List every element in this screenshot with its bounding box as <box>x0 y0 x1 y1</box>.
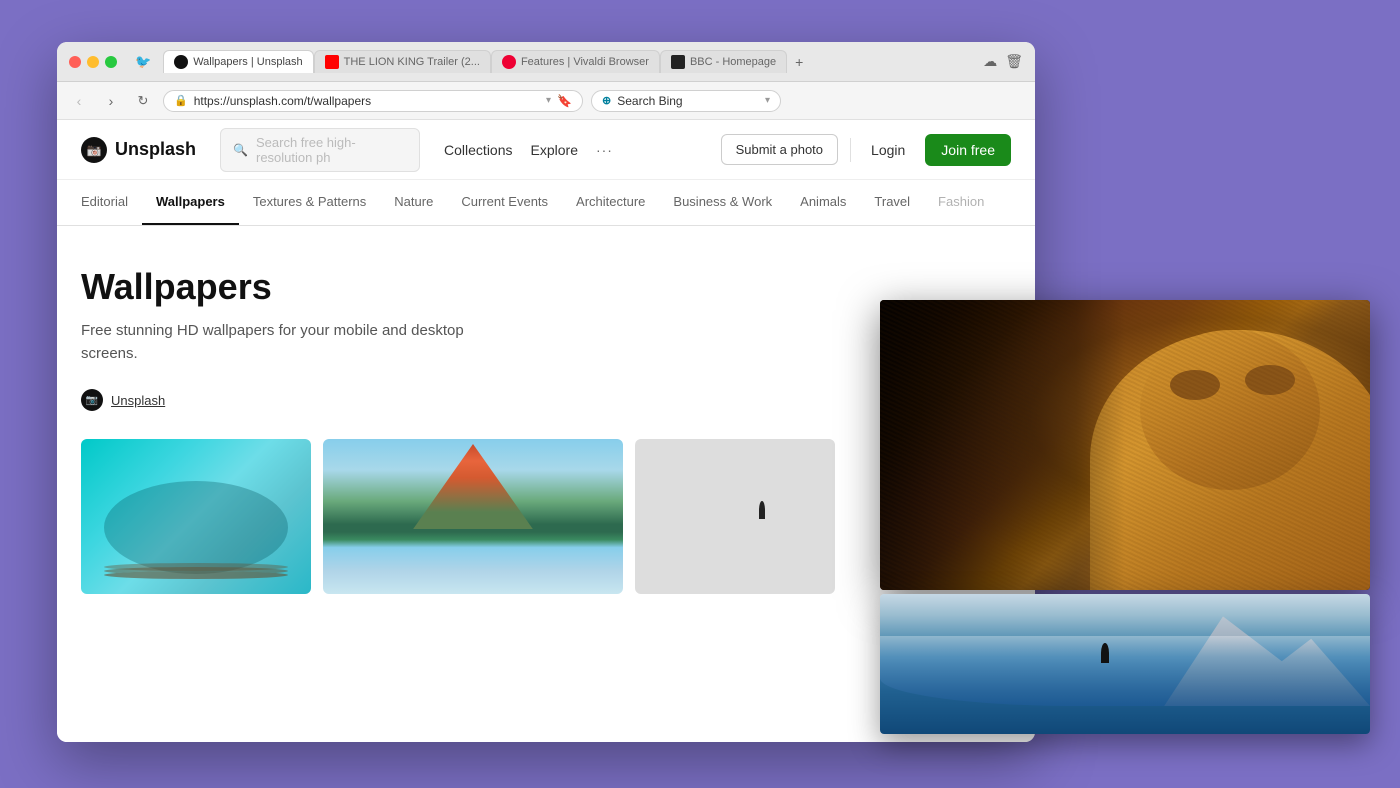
toolbar-right: ☁ 🗑 <box>983 53 1023 70</box>
page-description: Free stunning HD wallpapers for your mob… <box>81 320 1011 365</box>
surf-panel[interactable] <box>880 594 1370 734</box>
tab-bbc[interactable]: BBC - Homepage <box>660 50 787 73</box>
photo-grid <box>81 439 1011 594</box>
back-button[interactable]: ‹ <box>67 89 91 113</box>
cat-nature[interactable]: Nature <box>380 180 447 225</box>
join-button[interactable]: Join free <box>925 134 1011 166</box>
nav-explore[interactable]: Explore <box>531 142 578 158</box>
header-divider <box>850 138 851 162</box>
logo-area: Unsplash <box>81 137 196 163</box>
close-button[interactable] <box>69 56 81 68</box>
traffic-lights <box>69 56 117 68</box>
minimize-button[interactable] <box>87 56 99 68</box>
title-bar: 🐦 Wallpapers | Unsplash THE LION KING Tr… <box>57 42 1035 82</box>
cat-editorial[interactable]: Editorial <box>81 180 142 225</box>
url-text: https://unsplash.com/t/wallpapers <box>194 94 540 108</box>
video-overlay[interactable] <box>880 300 1370 590</box>
cat-wallpapers[interactable]: Wallpapers <box>142 180 239 225</box>
lock-icon: 🔒 <box>174 94 188 107</box>
page-title: Wallpapers <box>81 266 1011 308</box>
twitter-icon: 🐦 <box>135 54 151 70</box>
login-button[interactable]: Login <box>863 136 913 164</box>
cat-fashion[interactable]: Fashion <box>924 180 998 225</box>
url-bar[interactable]: 🔒 https://unsplash.com/t/wallpapers ▾ 🔖 <box>163 90 583 112</box>
bookmark-icon[interactable]: 🔖 <box>557 94 572 108</box>
site-nav: Collections Explore ··· <box>444 142 705 158</box>
tab-youtube[interactable]: THE LION KING Trailer (2... <box>314 50 491 73</box>
bbc-favicon <box>671 55 685 69</box>
new-tab-button[interactable]: + <box>787 50 811 74</box>
tabs-bar: Wallpapers | Unsplash THE LION KING Trai… <box>163 50 975 74</box>
site-search-bar[interactable]: 🔍 Search free high-resolution ph <box>220 128 420 172</box>
cat-textures[interactable]: Textures & Patterns <box>239 180 380 225</box>
surf-background <box>880 594 1370 734</box>
site-header: Unsplash 🔍 Search free high-resolution p… <box>57 120 1035 180</box>
logo-text: Unsplash <box>115 139 196 160</box>
search-bar[interactable]: ⊕ Search Bing ▾ <box>591 90 781 112</box>
search-text: Search Bing <box>617 94 759 108</box>
site-search-icon: 🔍 <box>233 143 248 157</box>
url-chevron-icon: ▾ <box>546 95 551 106</box>
vivaldi-favicon <box>502 55 516 69</box>
nav-bar: ‹ › ↻ 🔒 https://unsplash.com/t/wallpaper… <box>57 82 1035 120</box>
submit-photo-button[interactable]: Submit a photo <box>721 134 838 165</box>
forward-button[interactable]: › <box>99 89 123 113</box>
tab-label-youtube: THE LION KING Trailer (2... <box>344 56 480 68</box>
bing-icon: ⊕ <box>602 94 611 107</box>
cat-business[interactable]: Business & Work <box>659 180 786 225</box>
category-nav: Editorial Wallpapers Textures & Patterns… <box>57 180 1035 226</box>
tab-label-unsplash: Wallpapers | Unsplash <box>193 56 302 68</box>
maximize-button[interactable] <box>105 56 117 68</box>
search-chevron-icon: ▾ <box>765 95 770 106</box>
header-actions: Submit a photo Login Join free <box>721 134 1011 166</box>
reload-button[interactable]: ↻ <box>131 89 155 113</box>
curator-icon: 📷 <box>81 389 103 411</box>
unsplash-favicon <box>174 55 188 69</box>
tab-label-vivaldi: Features | Vivaldi Browser <box>521 56 649 68</box>
photo-card-aerial[interactable] <box>81 439 311 594</box>
cat-current-events[interactable]: Current Events <box>447 180 562 225</box>
wave-shape <box>880 636 1370 706</box>
nav-more-dots[interactable]: ··· <box>596 142 613 158</box>
curator-info: 📷 Unsplash <box>81 389 1011 411</box>
cat-architecture[interactable]: Architecture <box>562 180 659 225</box>
cloud-icon: ☁ <box>983 53 997 70</box>
cat-animals[interactable]: Animals <box>786 180 860 225</box>
cat-travel[interactable]: Travel <box>860 180 924 225</box>
photo-card-surf[interactable] <box>635 439 835 594</box>
surfer-silhouette <box>1101 643 1109 663</box>
nav-collections[interactable]: Collections <box>444 142 512 158</box>
photo-card-mountain[interactable] <box>323 439 623 594</box>
tab-unsplash[interactable]: Wallpapers | Unsplash <box>163 50 313 73</box>
youtube-favicon <box>325 55 339 69</box>
trash-icon[interactable]: 🗑 <box>1005 53 1023 70</box>
video-content <box>880 300 1370 590</box>
site-search-placeholder: Search free high-resolution ph <box>256 135 407 165</box>
logo-icon <box>81 137 107 163</box>
fur-texture <box>880 300 1370 590</box>
curator-link[interactable]: Unsplash <box>111 393 165 408</box>
tab-vivaldi[interactable]: Features | Vivaldi Browser <box>491 50 660 73</box>
tab-label-bbc: BBC - Homepage <box>690 56 776 68</box>
